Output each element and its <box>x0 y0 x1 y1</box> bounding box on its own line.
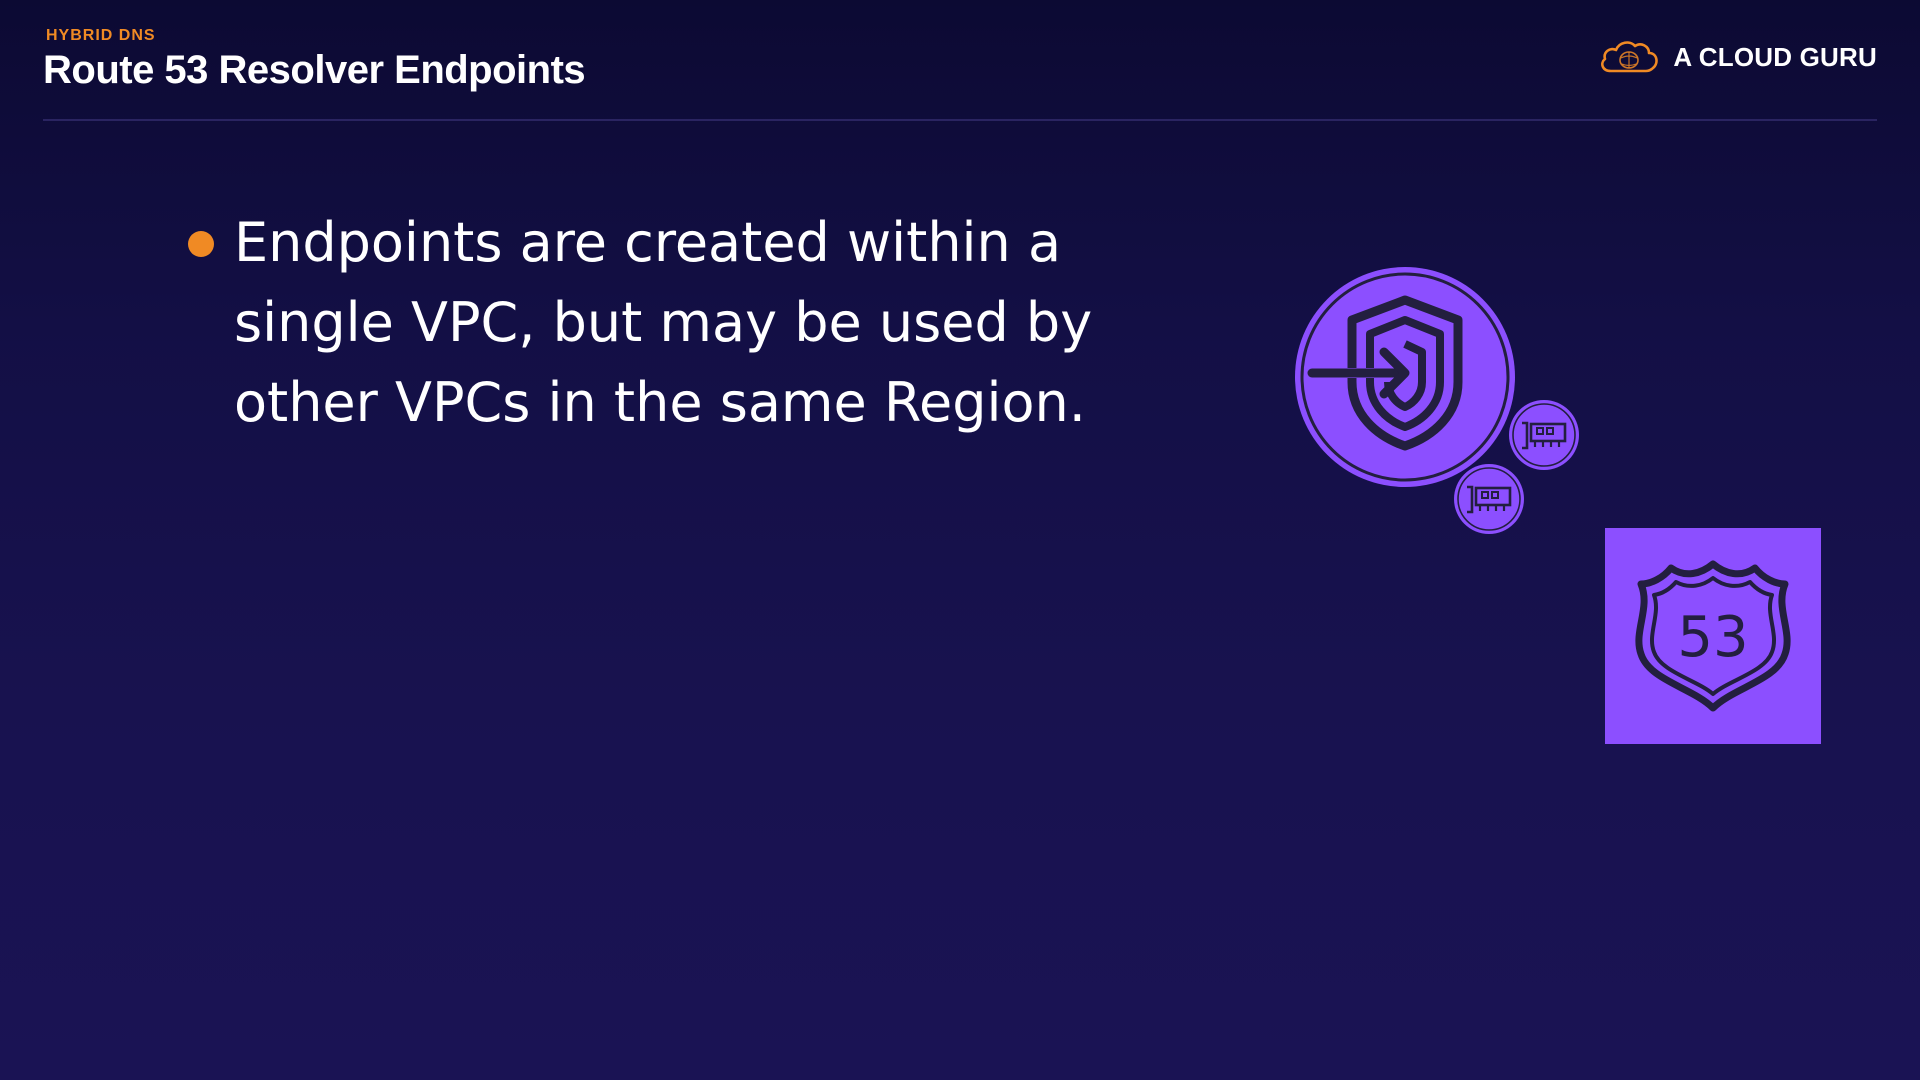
bullet-list: Endpoints are created within a single VP… <box>188 203 1108 443</box>
header-divider <box>43 119 1877 121</box>
page-title: Route 53 Resolver Endpoints <box>43 48 586 92</box>
bullet-dot-icon <box>188 231 214 257</box>
bullet-item: Endpoints are created within a single VP… <box>188 203 1108 443</box>
brand: A CLOUD GURU <box>1597 36 1877 78</box>
route53-icon: 53 <box>1605 528 1821 744</box>
bullet-text: Endpoints are created within a single VP… <box>234 211 1093 434</box>
section-eyebrow: HYBRID DNS <box>46 27 156 44</box>
route53-shield-icon: 53 <box>1635 560 1791 712</box>
cloud-logo-icon <box>1601 41 1659 73</box>
network-interface-icon <box>1509 400 1579 470</box>
brand-name: A CLOUD GURU <box>1673 41 1877 72</box>
route53-number: 53 <box>1677 605 1748 670</box>
resolver-endpoint-icon <box>1295 267 1515 487</box>
network-interface-icon <box>1454 464 1524 534</box>
